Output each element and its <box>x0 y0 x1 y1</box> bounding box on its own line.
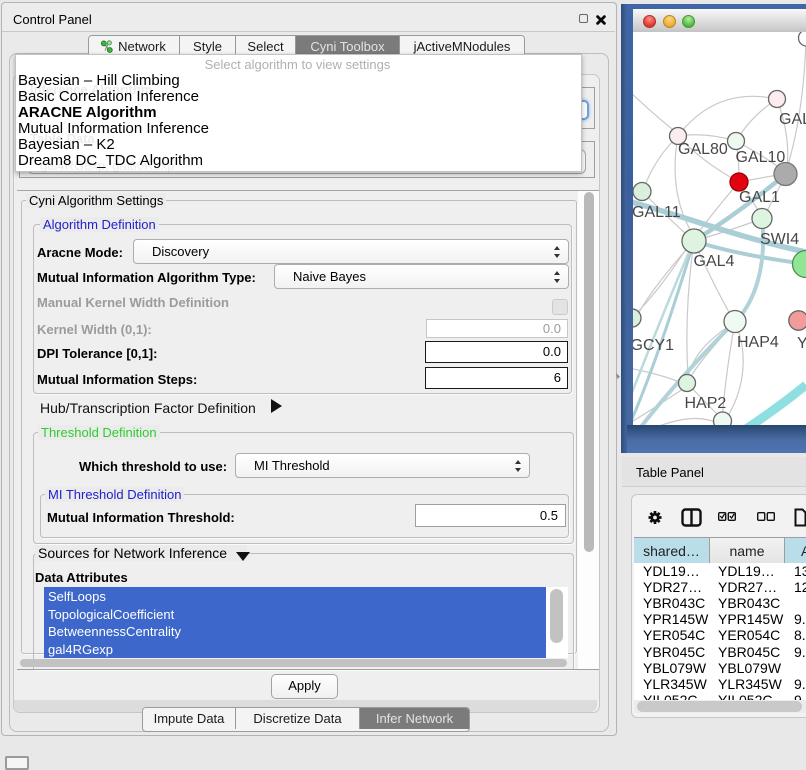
svg-text:GAL4: GAL4 <box>694 253 735 270</box>
svg-text:GAL1: GAL1 <box>739 189 780 206</box>
svg-text:GAL11: GAL11 <box>633 204 681 221</box>
svg-text:GAL10: GAL10 <box>736 149 786 166</box>
svg-text:HAP4: HAP4 <box>737 334 779 351</box>
svg-text:SWI4: SWI4 <box>760 231 799 248</box>
svg-text:Y: Y <box>797 335 806 352</box>
svg-text:GAL80: GAL80 <box>678 141 728 158</box>
svg-text:GCY1: GCY1 <box>633 337 674 354</box>
svg-text:GAL7: GAL7 <box>779 111 806 128</box>
svg-text:HAP2: HAP2 <box>685 395 727 412</box>
